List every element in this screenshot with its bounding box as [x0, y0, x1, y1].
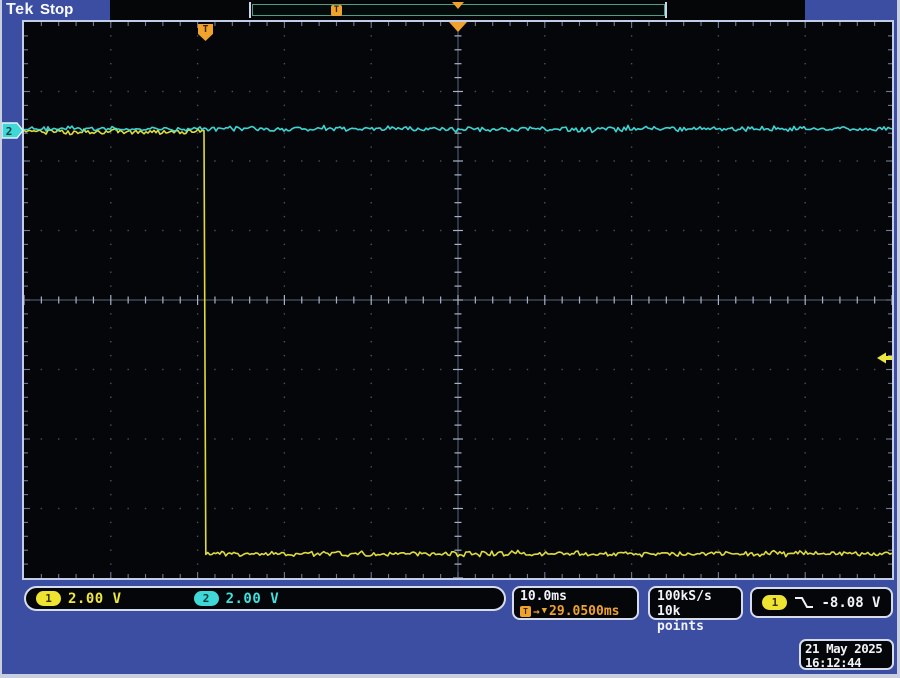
record-length: 10k points [657, 604, 734, 634]
ch2-position-marker: 2 [1, 120, 25, 141]
acquisition-status: Stop [40, 1, 73, 18]
sample-rate: 100kS/s [657, 589, 734, 604]
delay-arrow-icon: → [533, 604, 540, 619]
trigger-delay-row: T → ▼ 29.0500ms [520, 604, 631, 619]
time-value: 16:12:44 [805, 656, 888, 670]
ch1-scale: 2.00 V [68, 591, 122, 607]
graticule-and-traces [24, 22, 892, 578]
trigger-level-value: -8.08 V [821, 595, 880, 611]
record-trigger-position-icon: T [331, 5, 342, 16]
timebase-value: 10.0ms [520, 589, 631, 604]
ch2-badge: 2 [194, 591, 219, 606]
record-window-bracket-right [665, 2, 667, 18]
trigger-readout: 1 -8.08 V [750, 587, 893, 618]
ch2-marker-label: 2 [6, 125, 13, 138]
trigger-level-arrow-icon [876, 351, 893, 365]
falling-edge-icon [794, 596, 814, 609]
trigger-delay-value: 29.0500ms [549, 604, 619, 619]
delay-trigger-icon: T [520, 606, 531, 617]
acquisition-readout: 100kS/s 10k points [648, 586, 743, 620]
channel-scale-readout: 1 2.00 V 2 2.00 V [24, 586, 506, 611]
oscilloscope-display: Tek Stop T T 2 1 2.00 V 2 2.00 V 10.0ms … [0, 0, 900, 678]
brand-logo: Tek [6, 1, 34, 19]
datetime-readout: 21 May 2025 16:12:44 [799, 639, 894, 670]
date-value: 21 May 2025 [805, 642, 888, 656]
ch1-badge: 1 [36, 591, 61, 606]
delay-marker-icon: ▼ [542, 604, 547, 619]
ch2-scale: 2.00 V [226, 591, 280, 607]
timebase-readout: 10.0ms T → ▼ 29.0500ms [512, 586, 639, 620]
display-screen: T [22, 20, 894, 580]
record-window-bracket-left [249, 2, 251, 18]
record-expansion-point-icon [452, 2, 464, 9]
expansion-point-marker-icon [449, 22, 467, 32]
trigger-source-badge: 1 [762, 595, 787, 610]
